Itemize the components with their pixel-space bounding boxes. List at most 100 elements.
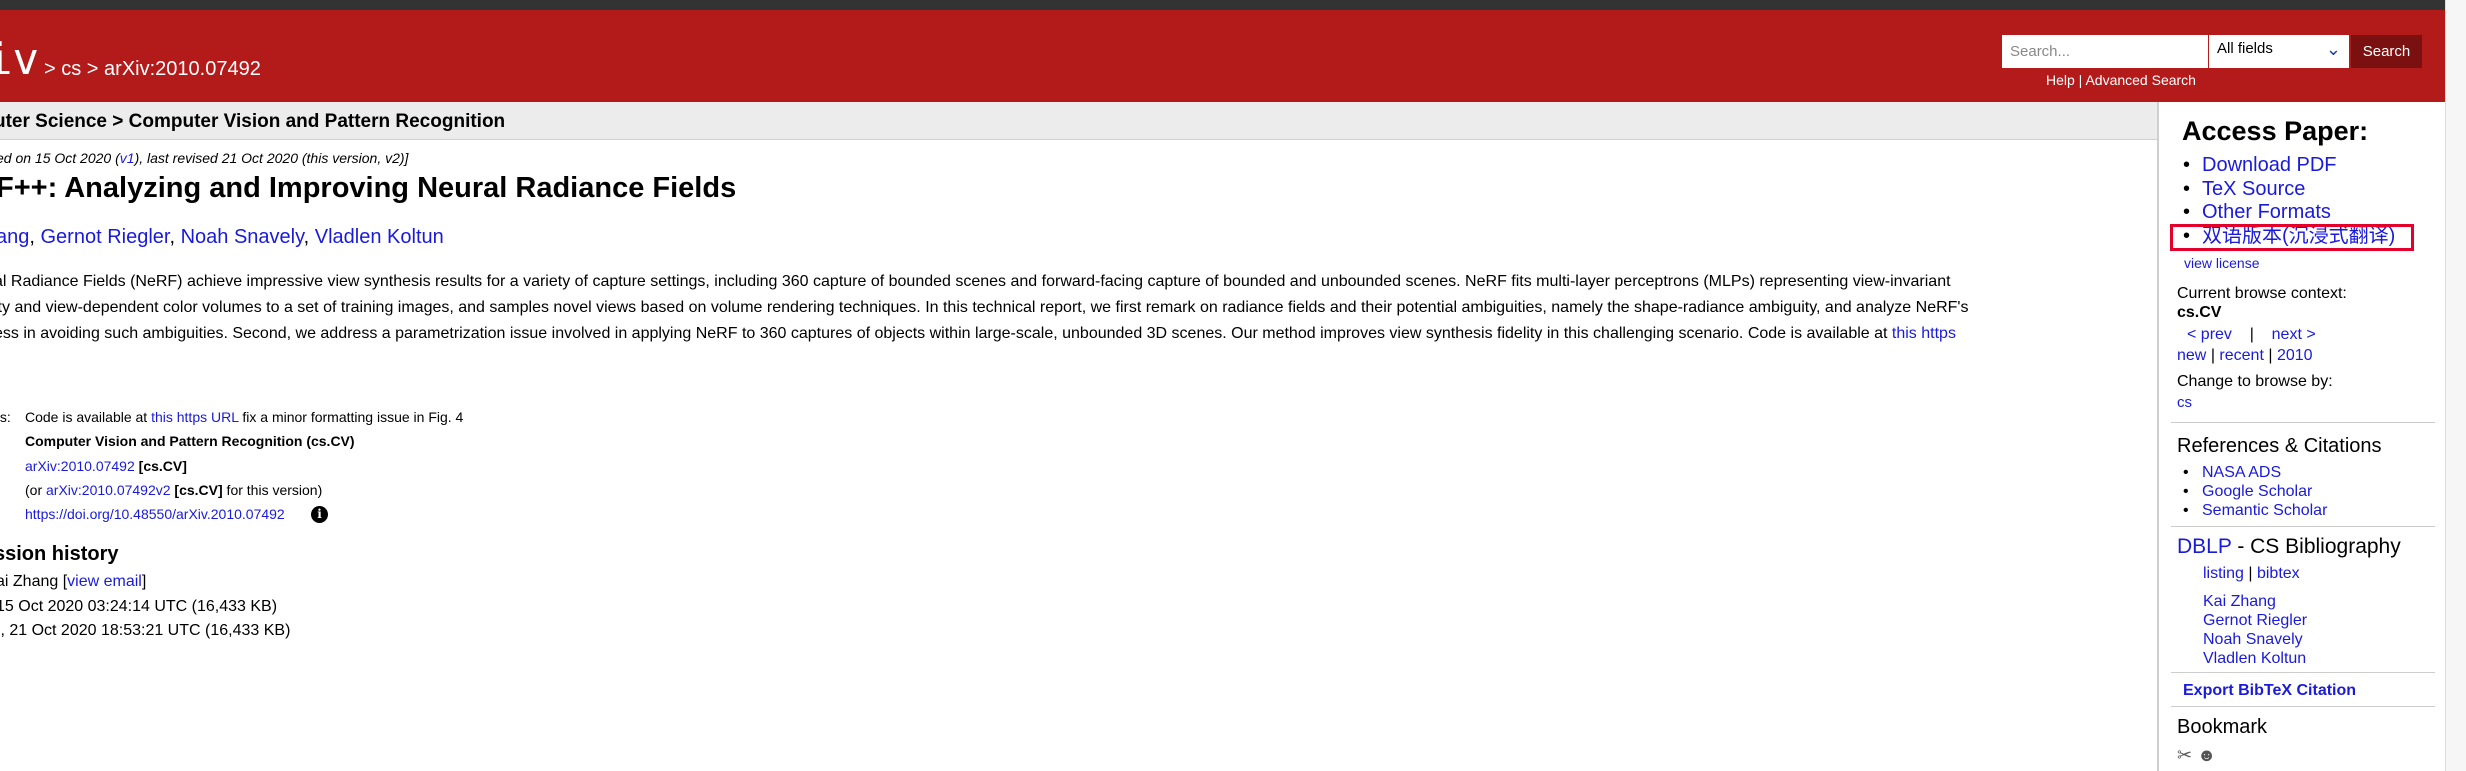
author-link[interactable]: ang [0,226,29,248]
dblp-heading: DBLP - CS Bibliography [2177,535,2401,559]
subjects-value: Computer Vision and Pattern Recognition … [25,433,355,449]
tex-source-link[interactable]: TeX Source [2202,178,2305,200]
view-email-link[interactable]: view email [67,573,142,590]
google-scholar-item: Google Scholar [2183,482,2327,501]
nasa-ads-item: NASA ADS [2183,463,2327,482]
author-separator: , [303,226,315,248]
cite-version-tag: [cs.CV] [170,482,223,498]
next-link[interactable]: next > [2272,326,2316,343]
info-icon[interactable]: i [311,506,328,523]
year-link[interactable]: 2010 [2277,347,2313,364]
other-formats-item: Other Formats [2183,201,2395,225]
abstract-line: ity and view-dependent color volumes to … [0,299,1969,316]
recent-link[interactable]: recent [2219,347,2263,364]
window-edge [2445,0,2466,771]
author-separator: , [169,226,181,248]
v1-link[interactable]: v1 [120,150,135,166]
reddit-icon[interactable]: ☻ [2197,745,2216,765]
abstract-line: ess in avoiding such ambiguities. Second… [0,326,1956,342]
search-input[interactable] [2002,35,2208,68]
dblp-link[interactable]: DBLP [2177,535,2231,558]
prev-next-nav: < prev | next > [2187,326,2316,344]
google-scholar-link[interactable]: Google Scholar [2202,483,2312,500]
site-header: iv > cs > arXiv:2010.07492 All fields ⌄ … [0,10,2445,102]
divider [2171,422,2435,423]
comments-text: Code is available at [25,409,152,425]
other-formats-link[interactable]: Other Formats [2202,201,2331,223]
bibtex-link[interactable]: bibtex [2257,565,2300,582]
author-link[interactable]: Vladlen Koltun [315,226,444,248]
browse-cs-link[interactable]: cs [2177,394,2192,411]
export-bibtex-link[interactable]: Export BibTeX Citation [2183,682,2356,700]
browse-context-label: Current browse context: [2177,285,2347,302]
cite-version: (or arXiv:2010.07492v2 [cs.CV] for this … [25,482,322,498]
sidebar: Access Paper: Download PDF TeX Source Ot… [2157,102,2445,771]
nasa-ads-link[interactable]: NASA ADS [2202,464,2281,481]
dblp-heading-rest: - CS Bibliography [2231,535,2401,558]
change-browse-label: Change to browse by: [2177,373,2333,390]
submitter-text-end: ] [141,573,147,590]
tex-source-item: TeX Source [2183,178,2395,202]
new-recent-nav: new | recent | 2010 [2177,347,2313,365]
authors-list: ang, Gernot Riegler, Noah Snavely, Vladl… [0,226,444,249]
advanced-search-link[interactable]: Advanced Search [2085,72,2196,88]
abstract-text: ess in avoiding such ambiguities. Second… [0,325,1892,342]
new-link[interactable]: new [2177,347,2206,364]
bookmark-heading: Bookmark [2177,716,2268,738]
prev-link[interactable]: < prev [2187,326,2232,343]
view-license-link[interactable]: view license [2184,255,2259,271]
references-list: NASA ADS Google Scholar Semantic Scholar [2183,463,2327,520]
nav-separator: | [2268,347,2273,364]
comments-code-link[interactable]: this https URL [151,409,238,425]
abstract-line: al Radiance Fields (NeRF) achieve impres… [0,273,1951,290]
submission-dateline: ed on 15 Oct 2020 (v1), last revised 21 … [0,150,408,166]
author-link[interactable]: Gernot Riegler [41,226,170,248]
dateline-text: ed on 15 Oct 2020 ( [0,150,120,166]
science-wise-icon[interactable]: ✂ [2177,745,2192,765]
arxiv-id-link[interactable]: arXiv:2010.07492 [25,458,135,474]
doi-row: https://doi.org/10.48550/arXiv.2010.0749… [25,506,285,522]
submission-history-heading: ssion history [0,543,119,565]
breadcrumb[interactable]: > cs > arXiv:2010.07492 [44,58,261,81]
author-link[interactable]: Noah Snavely [181,226,304,248]
divider [2171,526,2435,527]
semantic-scholar-item: Semantic Scholar [2183,501,2327,520]
version-2-line: ], 21 Oct 2020 18:53:21 UTC (16,433 KB) [0,622,291,639]
dblp-author-link[interactable]: Gernot Riegler [2203,612,2307,629]
download-pdf-item: Download PDF [2183,154,2395,178]
listing-link[interactable]: listing [2203,565,2244,582]
category-header: uter Science > Computer Vision and Patte… [0,102,2157,140]
comments-label: ts: [0,409,11,425]
chevron-down-icon: ⌄ [2325,39,2341,59]
dblp-author-link[interactable]: Noah Snavely [2203,631,2303,648]
references-heading: References & Citations [2177,435,2382,457]
comments-text-rest: fix a minor formatting issue in Fig. 4 [238,409,464,425]
arxiv-logo[interactable]: iv [0,38,39,82]
search-field-select[interactable]: All fields ⌄ [2209,35,2349,68]
cite-as: arXiv:2010.07492 [cs.CV] [25,458,187,474]
divider [2171,672,2435,673]
author-separator: , [29,226,41,248]
download-pdf-link[interactable]: Download PDF [2202,154,2337,176]
dblp-author-link[interactable]: Kai Zhang [2203,593,2276,610]
abstract-code-link[interactable]: this https [1892,325,1956,342]
submitter-line: ai Zhang [view email] [0,573,146,591]
dblp-authors: Kai Zhang Gernot Riegler Noah Snavely Vl… [2203,592,2307,668]
arxiv-version-link[interactable]: arXiv:2010.07492v2 [46,482,171,498]
doi-link[interactable]: https://doi.org/10.48550/arXiv.2010.0749… [25,506,285,522]
search-button[interactable]: Search [2351,35,2422,68]
dateline-text-rest: ), last revised 21 Oct 2020 (this versio… [134,150,409,166]
cite-tag: [cs.CV] [134,458,187,474]
header-links: Help | Advanced Search [2046,72,2196,88]
help-link[interactable]: Help [2046,72,2075,88]
highlight-box [2170,224,2414,251]
cite-version-text: (or [25,482,46,498]
submitter-text: ai Zhang [ [0,573,68,590]
dblp-author-link[interactable]: Vladlen Koltun [2203,650,2306,667]
semantic-scholar-link[interactable]: Semantic Scholar [2202,502,2327,519]
comments-value: Code is available at this https URL fix … [25,409,463,425]
cite-version-text-rest: for this version) [222,482,323,498]
header-link-separator: | [2074,72,2086,88]
access-paper-heading: Access Paper: [2182,116,2369,146]
bookmark-icons: ✂ ☻ [2177,745,2216,766]
